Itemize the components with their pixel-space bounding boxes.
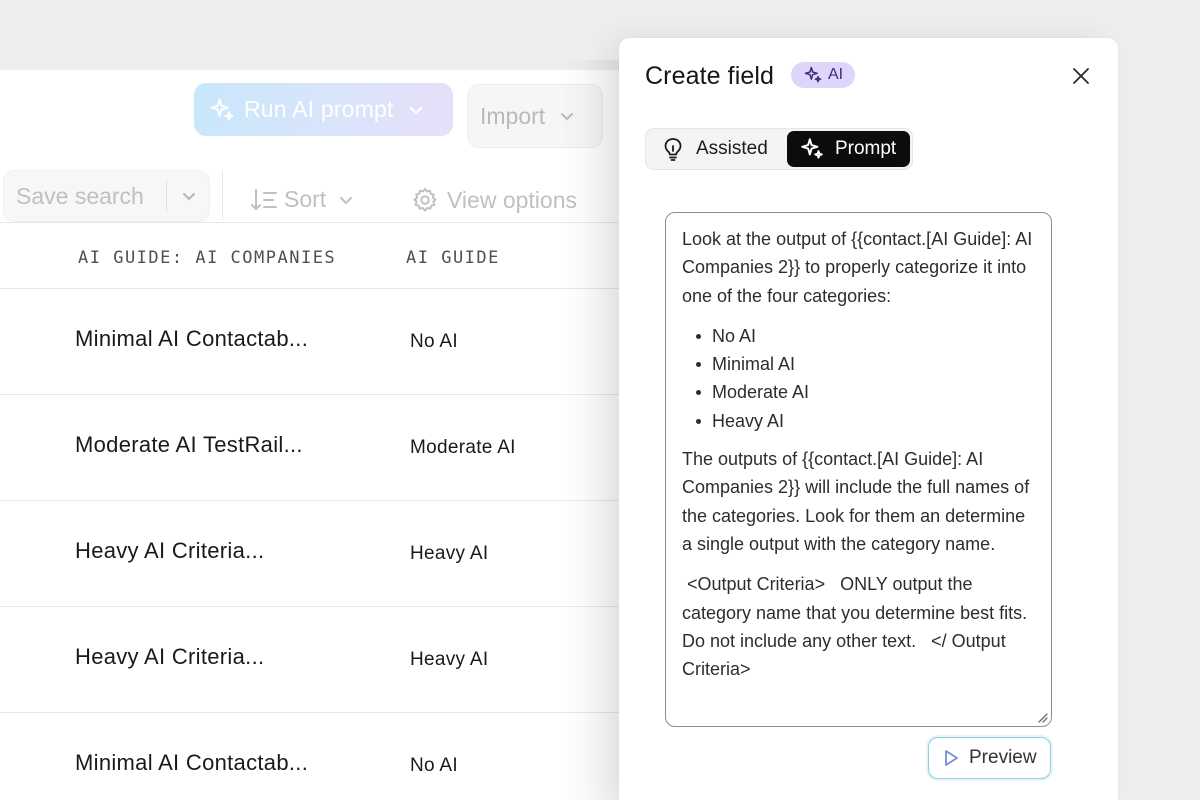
list-item: No AI (694, 322, 1037, 350)
cell-ai-guide: Heavy AI (410, 543, 489, 564)
cell-ai-guide: No AI (410, 331, 458, 352)
table-row[interactable]: Heavy AI Criteria... Heavy AI (0, 500, 640, 606)
sparkles-icon (804, 66, 822, 83)
prompt-textarea[interactable]: Look at the output of {{contact.[AI Guid… (665, 212, 1052, 727)
lightbulb-icon (664, 138, 682, 161)
category-list: No AI Minimal AI Moderate AI Heavy AI (694, 322, 1037, 435)
chevron-down-icon[interactable] (181, 188, 197, 204)
cell-ai-companies: Heavy AI Criteria... (75, 644, 265, 669)
view-options-label: View options (447, 186, 577, 213)
drawer-title: Create field (645, 62, 775, 90)
table-body: Minimal AI Contactab... No AI Moderate A… (0, 288, 640, 800)
cell-ai-companies: Moderate AI TestRail... (75, 432, 303, 457)
import-label: Import (480, 102, 546, 129)
toolbar-divider (222, 170, 223, 220)
sort-icon (251, 188, 277, 210)
cell-ai-guide: Moderate AI (410, 437, 516, 458)
prompt-criteria: <Output Criteria> ONLY output the catego… (682, 574, 1033, 680)
records-table-panel: Run AI prompt Import Save search Sort Vi… (0, 70, 640, 800)
save-search-divider (166, 180, 167, 212)
cell-ai-guide: Heavy AI (410, 649, 489, 670)
gear-icon (413, 187, 437, 212)
tab-prompt-label: Prompt (834, 138, 897, 159)
sparkles-icon (210, 97, 234, 120)
save-search-button[interactable]: Save search (3, 170, 210, 222)
table-row[interactable]: Minimal AI Contactab... No AI (0, 712, 640, 800)
run-ai-prompt-button[interactable]: Run AI prompt (194, 83, 453, 136)
cell-ai-companies: Minimal AI Contactab... (75, 326, 309, 351)
resize-handle-icon[interactable] (1036, 711, 1048, 723)
chevron-down-icon (340, 196, 353, 204)
sort-label: Sort (284, 186, 327, 212)
cell-ai-companies: Heavy AI Criteria... (75, 538, 265, 563)
prompt-body: The outputs of {{contact.[AI Guide]: AI … (682, 449, 1030, 554)
play-icon (945, 750, 958, 766)
tab-assisted[interactable]: Assisted (648, 131, 787, 167)
ai-badge-label: AI (827, 66, 844, 83)
drawer-shadow (560, 60, 620, 800)
cell-ai-companies: Minimal AI Contactab... (75, 750, 309, 775)
table-row[interactable]: Heavy AI Criteria... Heavy AI (0, 606, 640, 712)
chevron-down-icon (409, 106, 422, 114)
list-item: Heavy AI (694, 407, 1037, 435)
list-item: Minimal AI (694, 350, 1037, 378)
create-field-drawer: Create field AI Assisted Prompt Look at … (619, 38, 1118, 800)
column-header-ai-guide[interactable]: AI GUIDE (406, 248, 500, 268)
save-search-label: Save search (16, 182, 144, 209)
tab-prompt[interactable]: Prompt (786, 131, 910, 167)
ai-badge: AI (791, 62, 855, 88)
close-button[interactable] (1069, 64, 1093, 88)
preview-button[interactable]: Preview (928, 737, 1051, 779)
view-options-button[interactable]: View options (411, 186, 577, 214)
run-ai-prompt-label: Run AI prompt (244, 96, 394, 122)
tab-assisted-label: Assisted (696, 138, 768, 159)
cell-ai-guide: No AI (410, 755, 458, 776)
sparkles-icon (801, 138, 823, 159)
prompt-intro: Look at the output of {{contact.[AI Guid… (682, 229, 1033, 306)
table-header-divider (0, 222, 640, 223)
table-row[interactable]: Moderate AI TestRail... Moderate AI (0, 394, 640, 500)
sort-button[interactable]: Sort (250, 186, 354, 213)
column-header-ai-companies[interactable]: AI GUIDE: AI COMPANIES (78, 248, 336, 268)
preview-label: Preview (969, 747, 1037, 768)
list-item: Moderate AI (694, 378, 1037, 406)
table-row[interactable]: Minimal AI Contactab... No AI (0, 288, 640, 394)
mode-toggle: Assisted Prompt (645, 128, 913, 170)
close-icon (1073, 68, 1089, 84)
